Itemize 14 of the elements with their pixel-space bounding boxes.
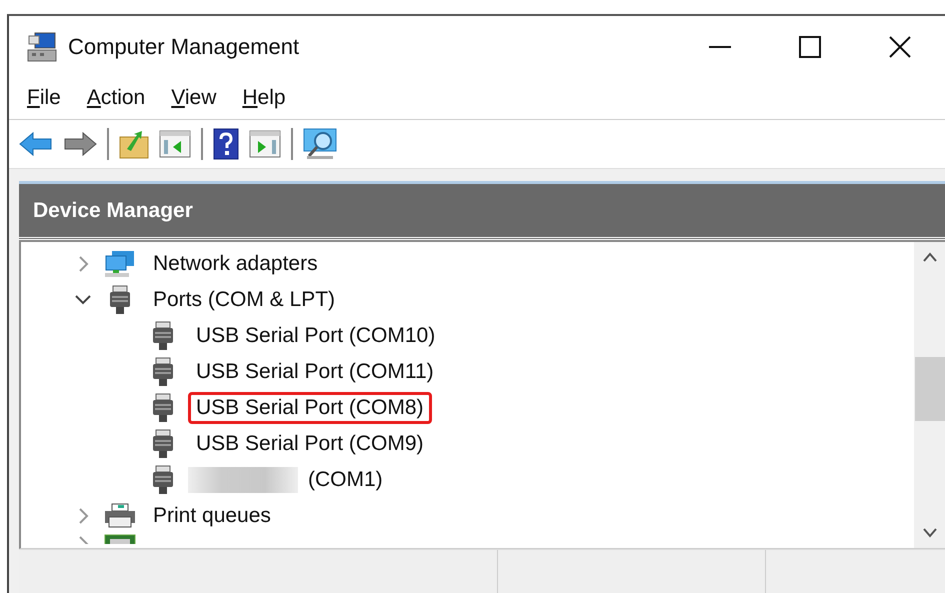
tree-item[interactable]: USB Serial Port (COM8) <box>188 392 432 424</box>
window-title: Computer Management <box>68 34 300 60</box>
pane-title: Device Manager <box>33 198 193 222</box>
menu-item[interactable]: Action <box>80 82 152 114</box>
tree-item[interactable]: USB Serial Port (COM11) <box>188 356 442 388</box>
tree-item[interactable]: Ports (COM & LPT) <box>145 284 344 316</box>
tree-item[interactable]: USB Serial Port (COM9) <box>188 428 432 460</box>
tree-item[interactable]: Network adapters <box>145 248 326 280</box>
menu-item[interactable]: View <box>165 82 222 114</box>
tree-item[interactable]: Print queues <box>145 500 279 532</box>
menu-item[interactable]: File <box>21 82 67 114</box>
tree-item[interactable]: USB Serial Port (COM10) <box>188 320 444 352</box>
menu-item[interactable]: Help <box>236 82 292 114</box>
tree-item[interactable]: (COM1) <box>300 464 391 496</box>
